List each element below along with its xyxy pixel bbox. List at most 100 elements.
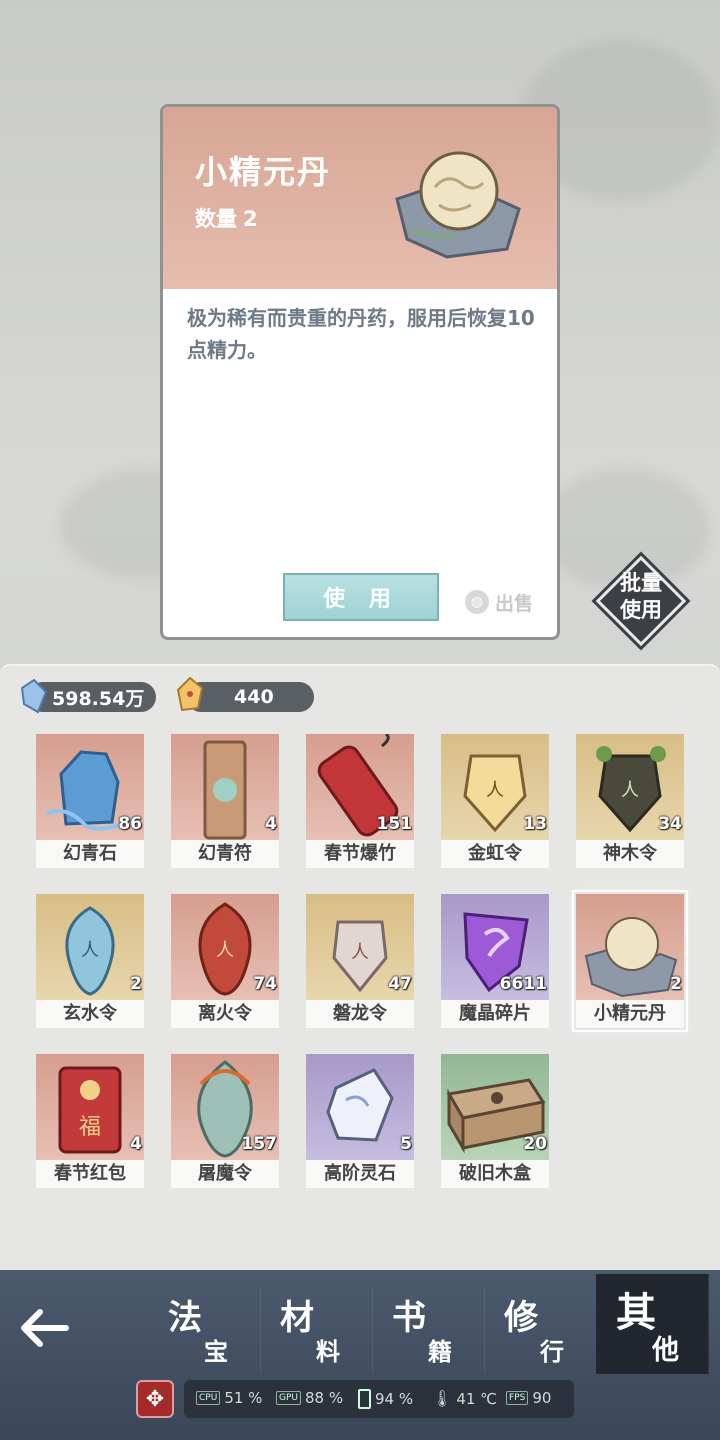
item-count: 151 [376, 814, 413, 834]
item-count: 47 [388, 974, 412, 994]
item-name: 离火令 [171, 1000, 279, 1028]
tab-cultivation[interactable]: 修 行 [484, 1288, 597, 1374]
item-name: 高阶灵石 [306, 1160, 414, 1188]
fps-stat: FPS 90 [506, 1389, 551, 1407]
inventory-slot[interactable]: 福 4 春节红包 [34, 1052, 146, 1190]
currency-value: 598.54万 [52, 687, 145, 710]
svg-text:人: 人 [216, 940, 234, 961]
batch-use-line1: 批量 [620, 571, 662, 595]
item-name: 魔晶碎片 [441, 1000, 549, 1028]
sell-button[interactable]: ◍ 出售 [465, 587, 533, 617]
inventory-slot[interactable]: 人 2 玄水令 [34, 892, 146, 1030]
battery-stat: 94 % [358, 1389, 413, 1409]
thermometer-icon: 🌡 [432, 1389, 453, 1408]
tab-materials[interactable]: 材 料 [260, 1288, 373, 1374]
pill-icon [395, 151, 521, 259]
svg-text:人: 人 [621, 780, 639, 801]
use-button[interactable]: 使 用 [283, 573, 439, 621]
item-count: 13 [523, 814, 547, 834]
item-count: 20 [523, 1134, 547, 1154]
temperature-value: 41 ℃ [456, 1389, 498, 1408]
item-count: 4 [130, 1134, 142, 1154]
item-name: 破旧木盒 [441, 1160, 549, 1188]
item-art [171, 734, 279, 840]
gold-crystal-icon [176, 676, 204, 712]
item-quantity-label: 数量 [195, 207, 237, 231]
tab-label: 材 [280, 1298, 314, 1338]
inventory-slot[interactable]: 5 高阶灵石 [304, 1052, 416, 1190]
cpu-stat: CPU 51 % [196, 1389, 262, 1407]
battery-value: 94 % [375, 1390, 414, 1408]
move-icon[interactable]: ✥ [136, 1380, 174, 1418]
tab-label: 其 [616, 1290, 656, 1336]
item-art: 人 [36, 894, 144, 1000]
item-count: 34 [658, 814, 682, 834]
svg-text:人: 人 [351, 942, 369, 963]
item-name: 幻青石 [36, 840, 144, 868]
back-arrow-icon[interactable] [14, 1300, 74, 1356]
inventory-slot[interactable]: 4 幻青符 [169, 732, 281, 870]
item-count: 4 [265, 814, 277, 834]
item-name: 玄水令 [36, 1000, 144, 1028]
inventory-slot[interactable]: 人 13 金虹令 [439, 732, 551, 870]
svg-text:人: 人 [81, 940, 99, 961]
item-count: 74 [253, 974, 277, 994]
inventory-slot[interactable]: 20 破旧木盒 [439, 1052, 551, 1190]
batch-use-button[interactable]: 批量 使用 [595, 555, 687, 647]
item-detail-header: 小精元丹 数量 2 [163, 107, 557, 289]
item-art: 福 [36, 1054, 144, 1160]
water-token-icon: 人 [65, 906, 115, 996]
inventory-slot[interactable]: 6611 魔晶碎片 [439, 892, 551, 1030]
item-title: 小精元丹 [195, 153, 332, 191]
item-name: 幻青符 [171, 840, 279, 868]
blue-crystal-icon [20, 678, 48, 714]
inventory-slot[interactable]: 人 47 磐龙令 [304, 892, 416, 1030]
svg-text:人: 人 [486, 780, 504, 801]
sell-label: 出售 [495, 592, 534, 615]
temperature-stat: 🌡 41 ℃ [432, 1389, 497, 1408]
item-count: 2 [130, 974, 142, 994]
inventory-slot[interactable]: 人 74 离火令 [169, 892, 281, 1030]
tab-sublabel: 宝 [204, 1338, 228, 1366]
gpu-value: 88 % [305, 1389, 344, 1407]
svg-text:福: 福 [79, 1115, 101, 1140]
item-count: 6611 [499, 974, 547, 994]
item-count: 86 [118, 814, 142, 834]
item-count: 2 [670, 974, 682, 994]
batch-use-line2: 使用 [620, 598, 662, 622]
item-count: 157 [241, 1134, 278, 1154]
item-name: 磐龙令 [306, 1000, 414, 1028]
item-quantity-value: 2 [243, 207, 258, 231]
item-art [306, 1054, 414, 1160]
inventory-slot[interactable]: 151 春节爆竹 [304, 732, 416, 870]
item-name: 屠魔令 [171, 1160, 279, 1188]
currency-value: 440 [234, 686, 274, 708]
inventory-slot[interactable]: 86 幻青石 [34, 732, 146, 870]
spirit-stone-icon [326, 1068, 394, 1142]
performance-overlay: CPU 51 % GPU 88 % 94 % 🌡 41 ℃ FPS 90 [184, 1380, 574, 1418]
batch-use-label: 批量 使用 [596, 570, 686, 624]
tab-sublabel: 料 [316, 1338, 340, 1366]
item-count: 5 [400, 1134, 412, 1154]
coin-icon: ◍ [465, 590, 489, 614]
currency-spirit-crystal: 598.54万 [20, 678, 156, 714]
inventory-slot[interactable]: 人 34 神木令 [574, 732, 686, 870]
item-detail-card: 小精元丹 数量 2 极为稀有而贵重的丹药，服用后恢复10点精力。 使 用 ◍ 出售 [160, 104, 560, 640]
tab-books[interactable]: 书 籍 [372, 1288, 485, 1374]
item-quantity: 数量 2 [195, 203, 258, 233]
pill-icon [584, 917, 678, 998]
gpu-stat: GPU 88 % [276, 1389, 343, 1407]
fps-value: 90 [532, 1389, 552, 1407]
tab-treasure[interactable]: 法 宝 [148, 1288, 261, 1374]
talisman-scroll-icon [203, 740, 247, 840]
tab-other[interactable]: 其 他 [596, 1274, 709, 1374]
item-name: 春节爆竹 [306, 840, 414, 868]
tab-label: 修 [504, 1298, 538, 1338]
item-name: 神木令 [576, 840, 684, 868]
tab-sublabel: 籍 [428, 1338, 452, 1366]
item-name: 小精元丹 [576, 1000, 684, 1028]
cpu-icon: CPU [196, 1391, 221, 1405]
tab-sublabel: 他 [652, 1335, 679, 1366]
inventory-slot[interactable]: 157 屠魔令 [169, 1052, 281, 1190]
inventory-slot[interactable]: 2 小精元丹 [572, 890, 688, 1032]
